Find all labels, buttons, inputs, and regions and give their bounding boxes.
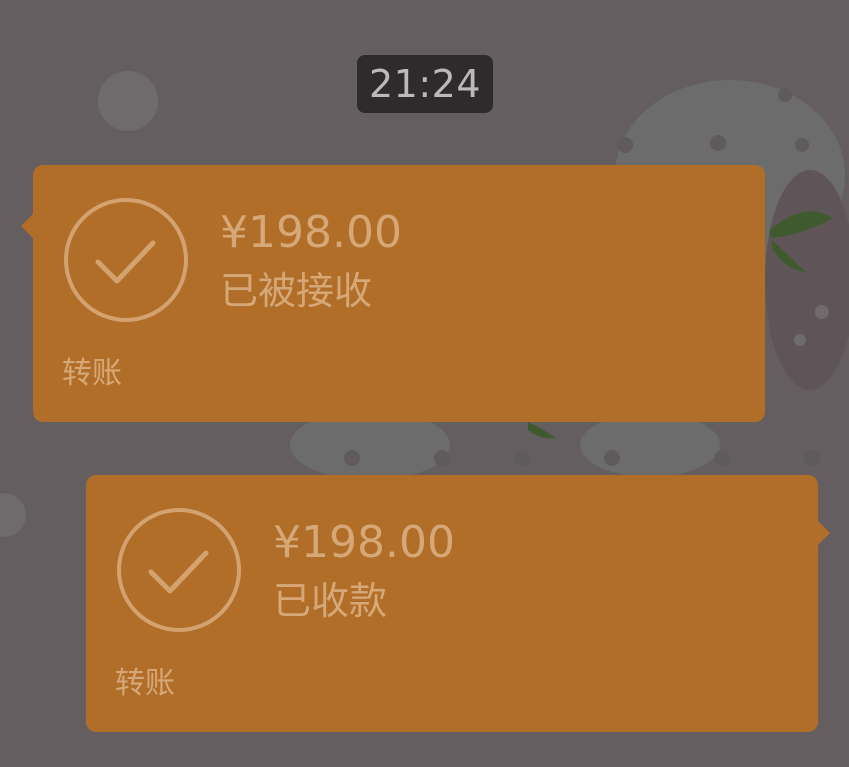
transfer-label: 转账: [62, 356, 122, 391]
timestamp-pill: 21:24: [357, 55, 493, 113]
transfer-label: 转账: [115, 666, 175, 701]
transfer-amount: ¥198.00: [220, 207, 402, 258]
check-circle-icon: [117, 508, 241, 632]
bubble-tail: [21, 213, 34, 239]
transfer-status: 已收款: [273, 579, 388, 623]
check-circle-icon: [64, 198, 188, 322]
transfer-card-received[interactable]: ¥198.00 已被接收 转账: [21, 165, 765, 422]
bubble-tail: [817, 520, 830, 546]
transfer-card-collected[interactable]: ¥198.00 已收款 转账: [86, 475, 830, 732]
transfer-amount: ¥198.00: [273, 517, 455, 568]
transfer-status: 已被接收: [220, 269, 373, 313]
